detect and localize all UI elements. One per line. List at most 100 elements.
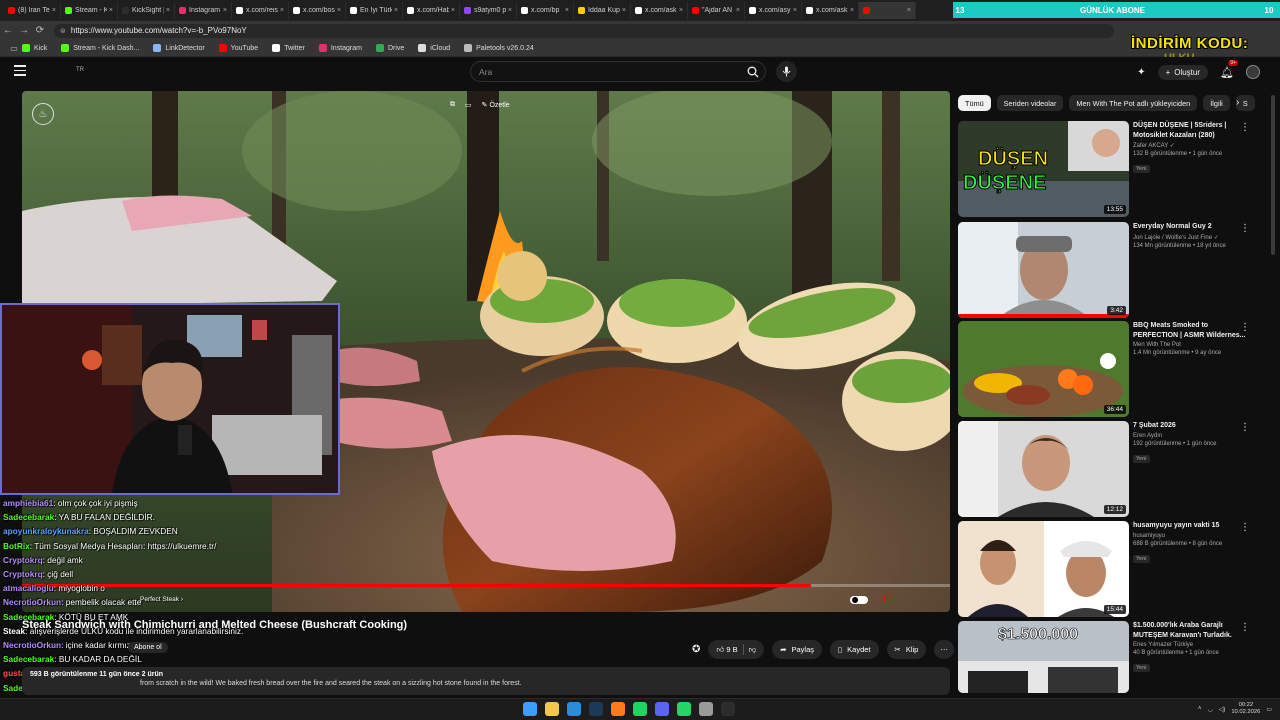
windows-icon[interactable] bbox=[523, 702, 537, 716]
subscribe-button[interactable]: Abone ol bbox=[128, 642, 168, 653]
recommended-video[interactable]: $1.500.000 $1.500.000'lık Araba Garajlı M… bbox=[958, 621, 1268, 693]
steam-icon[interactable] bbox=[589, 702, 603, 716]
recommended-video[interactable]: 36:44 BBQ Meats Smoked to PERFECTION | AS… bbox=[958, 321, 1268, 417]
discord-icon[interactable] bbox=[655, 702, 669, 716]
browser-tab[interactable]: Stream - K × bbox=[61, 2, 118, 19]
tab-close-icon[interactable]: × bbox=[679, 7, 683, 14]
clock[interactable]: 00:22 10.02.2026 bbox=[1231, 702, 1260, 716]
browser-tab[interactable]: × bbox=[859, 2, 916, 19]
more-options-icon[interactable]: ⋮ bbox=[1240, 522, 1250, 533]
browser-tab[interactable]: x.com/ask × bbox=[802, 2, 859, 19]
video-thumbnail[interactable]: 12:12 bbox=[958, 421, 1129, 517]
chat-username[interactable]: NecrotioOrkun bbox=[3, 597, 61, 607]
tab-close-icon[interactable]: × bbox=[736, 7, 740, 14]
bookmark-item[interactable]: LinkDetector bbox=[153, 44, 205, 52]
chat-username[interactable]: Sadecebarak bbox=[3, 654, 54, 664]
chat-username[interactable]: amphiebia61 bbox=[3, 498, 53, 508]
filter-chip[interactable]: İlgili bbox=[1203, 95, 1230, 111]
bookmark-item[interactable]: Kick bbox=[22, 44, 47, 52]
tab-close-icon[interactable]: × bbox=[337, 7, 341, 14]
tab-close-icon[interactable]: × bbox=[907, 7, 911, 14]
recommended-video[interactable]: DÜŞEN DÜŞENE 13:55 DÜŞEN DÜŞENE | 5Sriders … bbox=[958, 121, 1268, 217]
back-icon[interactable]: ← bbox=[0, 25, 16, 36]
search-button[interactable] bbox=[742, 62, 764, 81]
browser-tab[interactable]: KickSight | × bbox=[118, 2, 175, 19]
notifications-tray-icon[interactable]: ▭ bbox=[1266, 706, 1272, 713]
chat-username[interactable]: atmacalioglu bbox=[3, 583, 54, 593]
summary-button[interactable]: ✎ Özetle bbox=[482, 101, 510, 109]
notifications-button[interactable]: 🔔︎ 9+ bbox=[1220, 60, 1238, 81]
filter-chip[interactable]: Seriden videolar bbox=[996, 95, 1064, 111]
more-options-icon[interactable]: ⋮ bbox=[1240, 122, 1250, 133]
tab-close-icon[interactable]: × bbox=[508, 7, 512, 14]
voice-search-button[interactable] bbox=[776, 61, 797, 82]
account-avatar[interactable] bbox=[1246, 65, 1260, 79]
channel-name[interactable]: Men With The Pot bbox=[1133, 342, 1251, 348]
channel-name[interactable]: Jon Lajoie / Wolfie's Just Fine ✓ bbox=[1133, 234, 1251, 241]
wifi-icon[interactable]: ◡ bbox=[1207, 706, 1212, 713]
chevron-up-icon[interactable]: ˄ bbox=[1198, 706, 1202, 712]
tab-close-icon[interactable]: × bbox=[52, 7, 56, 14]
dislike-button[interactable]: 👎︎ bbox=[749, 645, 757, 655]
browser-tab[interactable]: İddaa Kup × bbox=[574, 2, 631, 19]
video-thumbnail[interactable]: $1.500.000 bbox=[958, 621, 1129, 693]
tab-close-icon[interactable]: × bbox=[622, 7, 626, 14]
volume-icon[interactable]: ◁) bbox=[1219, 706, 1226, 713]
browser-tab[interactable]: x.com/asy × bbox=[745, 2, 802, 19]
browser-tab[interactable]: (8) İran Teh× bbox=[4, 2, 61, 19]
filter-chip[interactable]: Tümü bbox=[958, 95, 991, 111]
chat-username[interactable]: Cryptokrq bbox=[3, 555, 43, 565]
filter-chip[interactable]: Men With The Pot adlı yükleyiciden bbox=[1069, 95, 1198, 111]
video-title[interactable]: BBQ Meats Smoked to PERFECTION | ASMR Wi… bbox=[1133, 321, 1251, 340]
apps-icon[interactable]: ▭ bbox=[6, 44, 22, 53]
edge-icon[interactable] bbox=[567, 702, 581, 716]
forward-icon[interactable]: → bbox=[16, 25, 32, 36]
live-icon[interactable]: ✦ bbox=[1137, 67, 1145, 78]
save-button[interactable]: ▯ Kaydet bbox=[830, 640, 879, 659]
tab-close-icon[interactable]: × bbox=[793, 7, 797, 14]
tab-close-icon[interactable]: × bbox=[109, 7, 113, 14]
channel-name[interactable]: husamiyuyu bbox=[1133, 533, 1251, 539]
channel-name[interactable]: Zafer AKCAY ✓ bbox=[1133, 142, 1251, 149]
chat-username[interactable]: Cryptokrq bbox=[3, 569, 43, 579]
channel-name[interactable]: Eren Aydın bbox=[1133, 433, 1251, 439]
clip-button[interactable]: ✂ Klip bbox=[886, 640, 927, 659]
browser-tab[interactable]: En İyi Türk × bbox=[346, 2, 403, 19]
search-input[interactable]: Ara bbox=[470, 61, 766, 82]
video-title[interactable]: husamyuyu yayın vakti 15 bbox=[1133, 521, 1251, 531]
browser-tab[interactable]: x.com/ask × bbox=[631, 2, 688, 19]
chat-username[interactable]: BotRix bbox=[3, 541, 30, 551]
recommended-video[interactable]: 3:42 Everyday Normal Guy 2 Jon Lajoie / Wo… bbox=[958, 222, 1268, 318]
channel-watermark-icon[interactable]: ♨ bbox=[32, 103, 54, 125]
firefox-icon[interactable] bbox=[611, 702, 625, 716]
autoplay-toggle[interactable] bbox=[850, 596, 868, 604]
browser-tab[interactable]: x.com/bos × bbox=[289, 2, 346, 19]
more-options-icon[interactable]: ⋮ bbox=[1240, 622, 1250, 633]
browser-tab[interactable]: "Ajdar AN × bbox=[688, 2, 745, 19]
recommended-video[interactable]: 15:44 husamyuyu yayın vakti 15 husamiyuyu 6… bbox=[958, 521, 1268, 617]
video-title[interactable]: DÜŞEN DÜŞENE | 5Sriders | Motosiklet Kaz… bbox=[1133, 121, 1251, 140]
whatsapp-icon[interactable] bbox=[677, 702, 691, 716]
sidebar-scrollbar[interactable] bbox=[1271, 95, 1275, 255]
browser-tab[interactable]: x.com/Hab × bbox=[403, 2, 460, 19]
premium-icon[interactable]: ✪ bbox=[692, 644, 700, 655]
explorer-icon[interactable] bbox=[545, 702, 559, 716]
video-thumbnail[interactable]: 3:42 bbox=[958, 222, 1129, 318]
bookmark-item[interactable]: Drive bbox=[375, 44, 404, 52]
video-title[interactable]: 7 Şubat 2026 bbox=[1133, 421, 1251, 431]
url-field[interactable]: ⊜ https://www.youtube.com/watch?v=-b_PVo… bbox=[54, 23, 1114, 38]
video-thumbnail[interactable]: 36:44 bbox=[958, 321, 1129, 417]
reload-icon[interactable]: ⟳ bbox=[32, 25, 48, 36]
browser-tab[interactable]: s9atym0 p × bbox=[460, 2, 517, 19]
site-info-icon[interactable]: ⊜ bbox=[60, 27, 66, 35]
tab-close-icon[interactable]: × bbox=[166, 7, 170, 14]
tab-close-icon[interactable]: × bbox=[451, 7, 455, 14]
menu-icon[interactable] bbox=[14, 65, 26, 76]
video-thumbnail[interactable]: DÜŞEN DÜŞENE 13:55 bbox=[958, 121, 1129, 217]
obs-icon[interactable] bbox=[721, 702, 735, 716]
recommended-video[interactable]: 12:12 7 Şubat 2026 Eren Aydın 192 görüntüle… bbox=[958, 421, 1268, 517]
video-title[interactable]: $1.500.000'lık Araba Garajlı MUTEŞEM Kar… bbox=[1133, 621, 1251, 640]
spotify-icon[interactable] bbox=[633, 702, 647, 716]
like-button[interactable]: 👍︎ 9 B bbox=[716, 645, 737, 655]
tab-close-icon[interactable]: × bbox=[850, 7, 854, 14]
